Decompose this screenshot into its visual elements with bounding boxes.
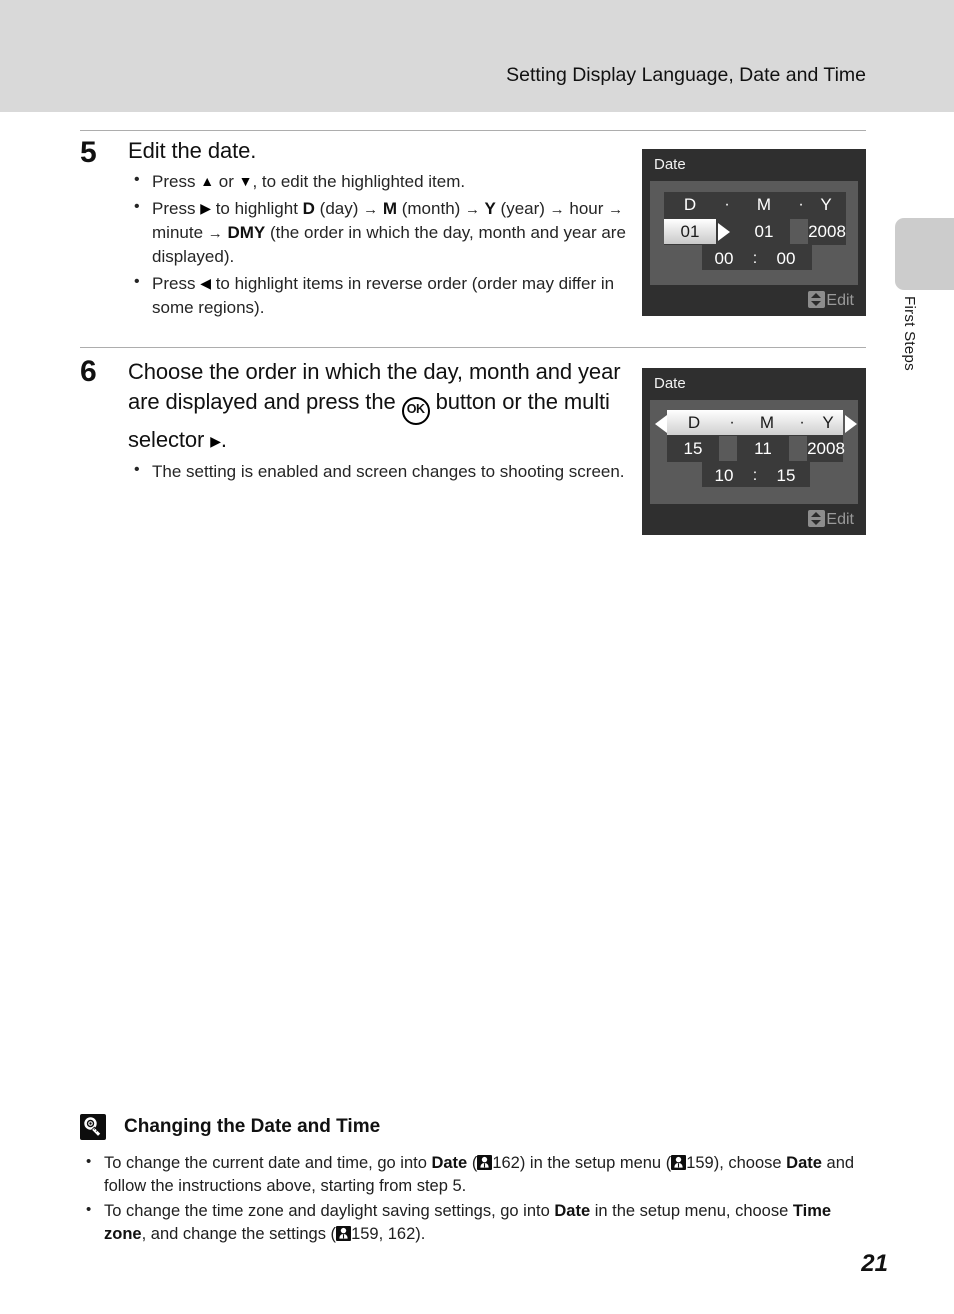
triangle-left-icon: ◀ [200,275,211,292]
day-value[interactable]: 15 [667,436,719,461]
up-down-arrow-icon [808,510,826,527]
tip-note-header: Changing the Date and Time [80,1112,866,1146]
camera-screen-date-step5: Date D · M · Y 01 01 2008 00 : 00 Edit [642,149,866,316]
emphasis-text: M [378,199,398,219]
day-value-highlighted[interactable]: 01 [664,219,716,244]
step-6: 6 Choose the order in which the day, mon… [80,357,628,488]
time-separator: : [752,467,758,484]
triangle-up-icon: ▲ [200,172,215,189]
setup-menu-page-ref-icon [336,1226,352,1242]
hour-value[interactable]: 10 [702,463,746,488]
header-day: D [687,413,701,432]
edit-hint-label: Edit [826,292,854,309]
section-divider-middle [80,347,866,348]
right-arrow-icon: → [363,201,379,219]
camera-screen-date-step6: Date D · M · Y 15 11 2008 10 : 15 Edit [642,368,866,535]
step-5-heading: Edit the date. [128,138,257,163]
emphasis-text: DMY [222,223,266,243]
chapter-tab-label: First Steps [901,296,918,371]
up-down-arrow-icon [808,291,826,308]
header-sep-1: · [724,196,730,213]
screen-footer: Edit [642,506,866,535]
emphasis-text: Date [431,1154,468,1172]
ok-button-icon: OK [401,396,430,425]
header-day: D [683,195,697,214]
edit-hint: Edit [808,510,854,529]
step-5-bullet-list: Press ▲ or ▼, to edit the highlighted it… [128,169,628,319]
value-gap-1 [719,436,737,461]
edit-hint-label: Edit [826,511,854,528]
emphasis-text: D [302,199,315,219]
right-arrow-icon: → [465,201,481,219]
triangle-right-icon: ▶ [210,432,221,449]
header-month: M [759,413,775,432]
list-item: The setting is enabled and screen change… [128,459,628,483]
list-item: Press ◀ to highlight items in reverse or… [128,271,628,319]
lightbulb-tip-icon [80,1114,106,1140]
screen-title: Date [654,375,686,392]
list-item: To change the time zone and daylight sav… [80,1199,866,1247]
year-value[interactable]: 2008 [805,436,847,461]
triangle-down-icon: ▼ [238,172,253,189]
right-arrow-icon: → [549,201,565,219]
step-5: 5 Edit the date. Press ▲ or ▼, to edit t… [80,138,628,323]
list-item: To change the current date and time, go … [80,1151,866,1199]
hour-value[interactable]: 00 [702,246,746,271]
screen-stage: D · M · Y 01 01 2008 00 : 00 [650,181,858,285]
cursor-left-icon [655,415,667,433]
step-6-number: 6 [80,355,97,388]
screen-title: Date [654,156,686,173]
emphasis-text: Y [480,199,496,219]
setup-menu-page-ref-icon [477,1155,493,1170]
month-value[interactable]: 01 [738,219,790,244]
step-6-bullet-list: The setting is enabled and screen change… [128,459,628,483]
page-header-band [0,0,954,112]
section-divider-top [80,130,866,131]
header-year: Y [820,195,832,214]
step-5-number: 5 [80,136,97,169]
list-item: Press ▶ to highlight D (day) → M (month)… [128,196,628,268]
page-title: Setting Display Language, Date and Time [506,64,866,86]
minute-value[interactable]: 00 [764,246,808,271]
tip-note-title: Changing the Date and Time [124,1116,381,1137]
header-sep-1: · [729,414,735,431]
emphasis-text: Time zone [104,1201,832,1244]
chapter-tab-marker [895,218,954,290]
setup-menu-page-ref-icon [671,1155,687,1170]
header-month: M [756,195,772,214]
minute-value[interactable]: 15 [764,463,808,488]
time-separator: : [752,250,758,267]
page-number: 21 [861,1250,888,1277]
year-value[interactable]: 2008 [806,219,848,244]
tip-note-block: Changing the Date and Time To change the… [80,1112,866,1248]
screen-footer: Edit [642,287,866,316]
step-6-heading: Choose the order in which the day, month… [128,359,621,452]
right-arrow-icon: → [207,225,223,243]
list-item: Press ▲ or ▼, to edit the highlighted it… [128,169,628,193]
triangle-right-icon: ▶ [200,200,211,217]
tip-note-list: To change the current date and time, go … [80,1151,866,1247]
emphasis-text: Date [786,1154,822,1172]
cursor-right-icon [718,223,730,241]
emphasis-text: Date [554,1201,591,1220]
screen-stage: D · M · Y 15 11 2008 10 : 15 [650,400,858,504]
right-arrow-icon: → [608,201,624,219]
edit-hint: Edit [808,291,854,310]
header-year: Y [822,413,834,432]
month-value[interactable]: 11 [737,436,789,461]
